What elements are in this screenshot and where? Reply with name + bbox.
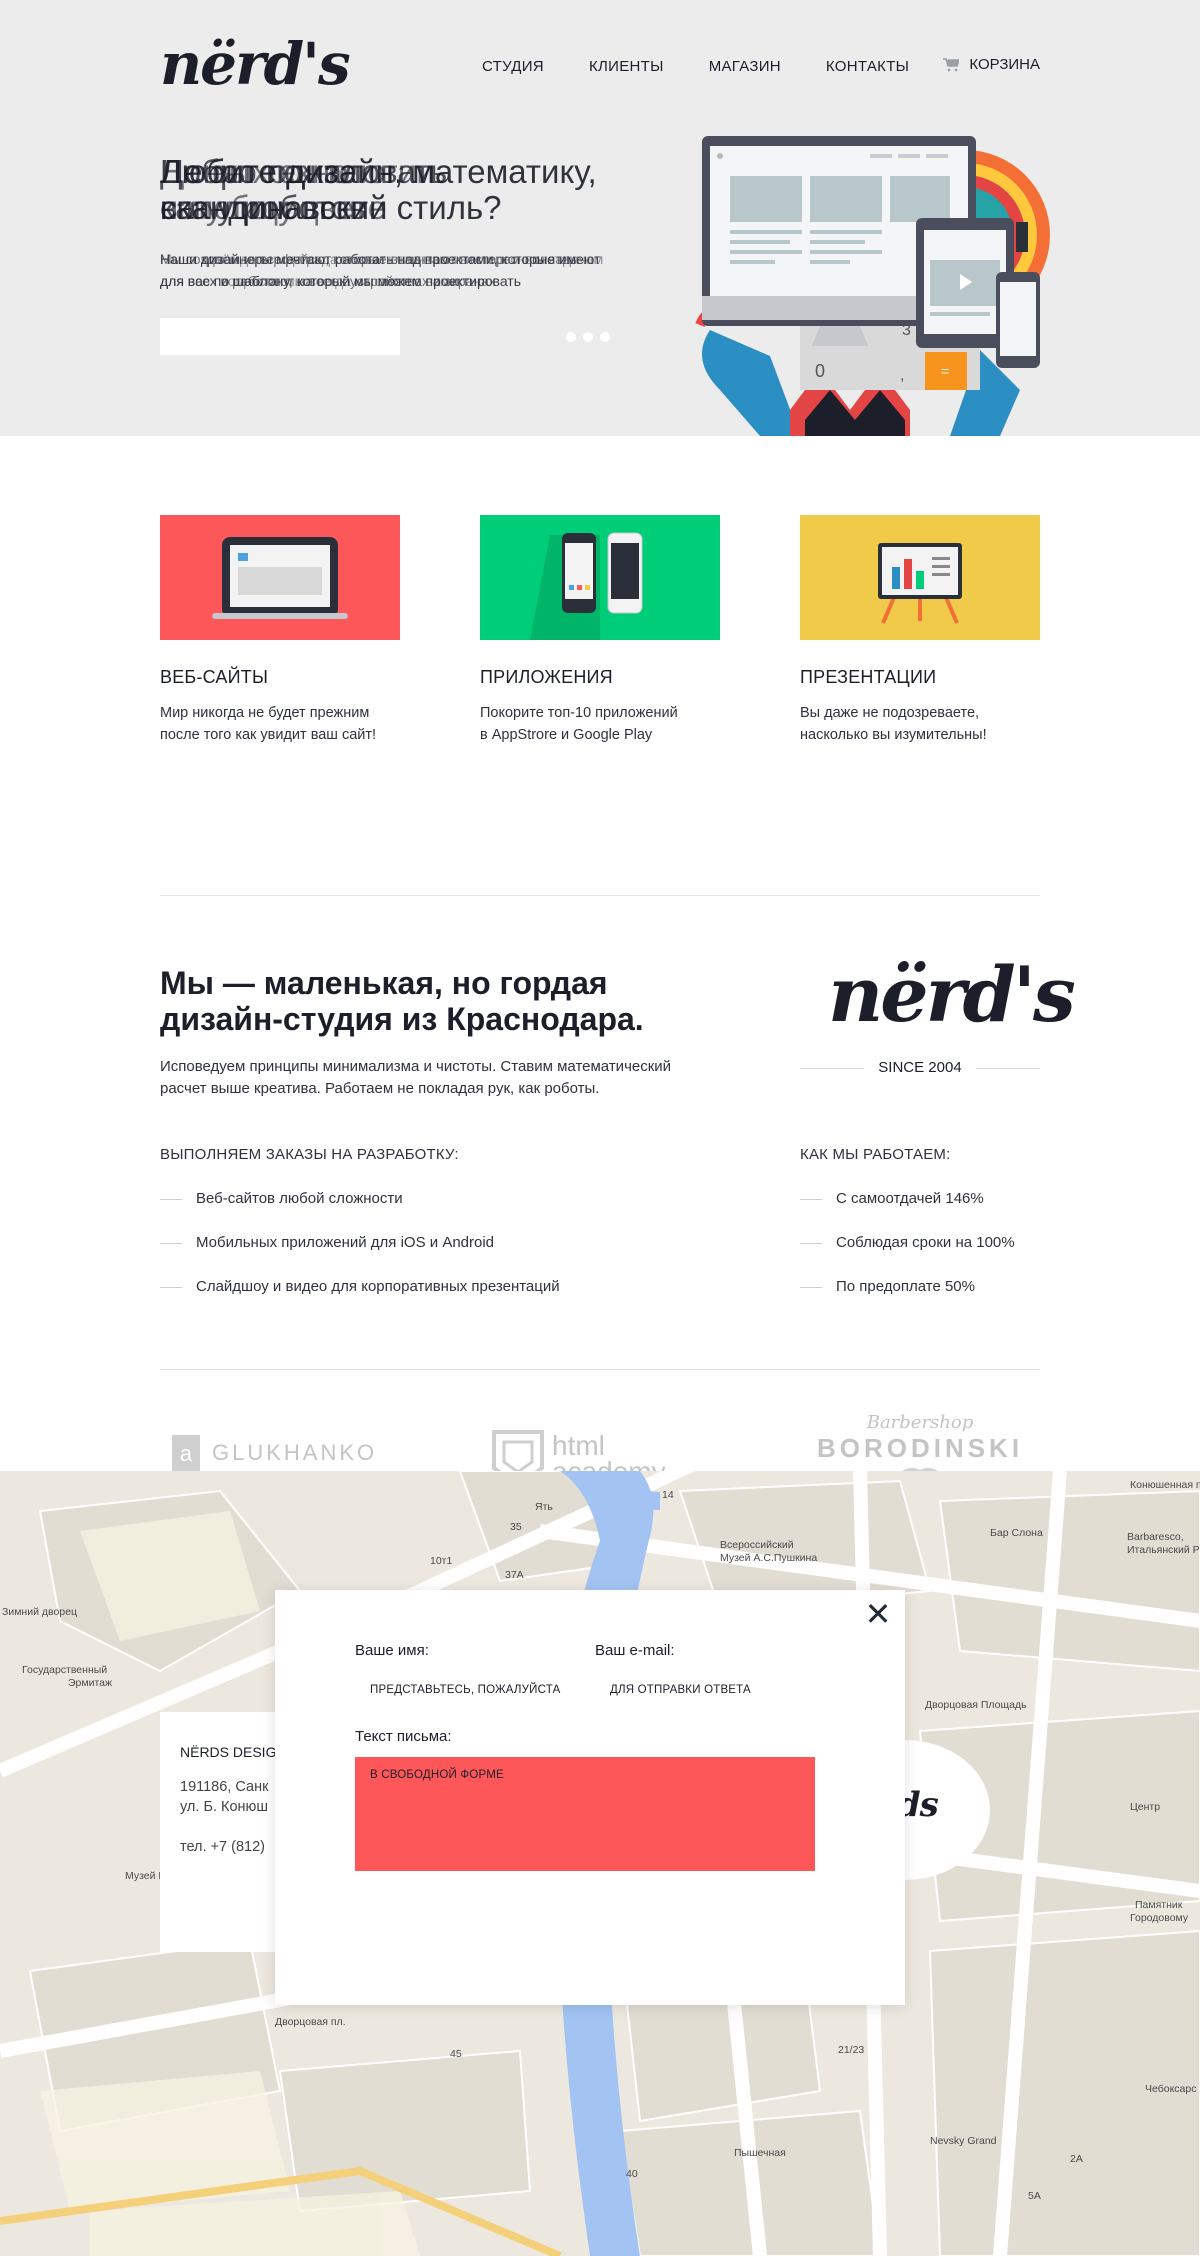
slide-text: Наша команда всегда рада новым клиентам … xyxy=(160,251,604,289)
email-label: Ваш e-mail: xyxy=(595,1642,675,1659)
service-presentations-text: Вы даже не подозреваете, насколько вы изу… xyxy=(800,705,987,743)
svg-text:,: , xyxy=(900,367,904,384)
how-list: С самоотдачей 146% Соблюдая сроки на 100… xyxy=(800,1188,1015,1320)
client-glukhanko[interactable]: a GLUKHANKO xyxy=(172,1435,377,1471)
about-title: Мы — маленькая, но гордая дизайн-студия и… xyxy=(160,965,644,1037)
feedback-modal: ✕ Ваше имя: ПРЕДСТАВЬТЕСЬ, ПОЖАЛУЙСТА Ва… xyxy=(275,1590,905,2005)
map-label: 40 xyxy=(626,2168,638,2180)
nav-contacts[interactable]: КОНТАКТЫ xyxy=(826,58,909,75)
contact-address: 191186, Санк ул. Б. Конюш xyxy=(180,1779,269,1815)
map-label: Музей А.С.Пушкина xyxy=(720,1552,818,1564)
since-label: SINCE 2004 xyxy=(800,1059,1040,1076)
service-apps-picture xyxy=(480,515,720,640)
nav-studio[interactable]: СТУДИЯ xyxy=(482,58,544,75)
list-item: С самоотдачей 146% xyxy=(800,1188,1015,1232)
map-label: 37А xyxy=(505,1569,524,1581)
slider-dot-3[interactable] xyxy=(600,332,610,342)
list-item: Слайдшоу и видео для корпоративных презе… xyxy=(160,1276,560,1320)
contact-phone: тел. +7 (812) xyxy=(180,1839,265,1855)
divider xyxy=(160,1369,1040,1370)
orders-list: Веб-сайтов любой сложности Мобильных при… xyxy=(160,1188,560,1320)
slider-dots xyxy=(566,332,610,342)
service-websites-title: ВЕБ-САЙТЫ xyxy=(160,667,269,687)
hero-illustration: 0 3 , = xyxy=(695,136,1050,436)
service-presentations-picture xyxy=(800,515,1040,640)
map-label: 14 xyxy=(662,1489,674,1501)
map-label: Дворцовая пл. xyxy=(275,2016,346,2028)
divider xyxy=(160,895,1040,896)
service-websites-text: Мир никогда не будет прежним после того к… xyxy=(160,705,377,743)
list-item: Мобильных приложений для iOS и Android xyxy=(160,1232,560,1276)
map-label: Чебоксарс xyxy=(1145,2083,1197,2095)
map-label: Ять xyxy=(535,1501,553,1513)
map-label: Barbaresco, xyxy=(1127,1531,1184,1543)
cart-link[interactable]: КОРЗИНА xyxy=(943,56,1040,73)
about-logo: nërd's xyxy=(828,950,1076,1039)
orders-heading: ВЫПОЛНЯЕМ ЗАКАЗЫ НА РАЗРАБОТКУ: xyxy=(160,1146,459,1163)
name-input[interactable]: ПРЕДСТАВЬТЕСЬ, ПОЖАЛУЙСТА xyxy=(355,1672,575,1708)
list-item: По предоплате 50% xyxy=(800,1276,1015,1320)
cart-icon xyxy=(943,58,960,72)
list-item: Веб-сайтов любой сложности xyxy=(160,1188,560,1232)
contact-name: NËRDS DESIG xyxy=(180,1744,277,1760)
map-label: Конюшенная пл xyxy=(1130,1479,1200,1491)
map-label: Дворцовая Площадь xyxy=(925,1699,1027,1711)
map-label: Зимний дворец xyxy=(2,1606,77,1618)
map-label: 21/23 xyxy=(838,2044,865,2056)
slider-texts: Наши дизайнеры мечтают работать над прое… xyxy=(160,248,640,289)
email-input[interactable]: ДЛЯ ОТПРАВКИ ОТВЕТА xyxy=(595,1672,815,1708)
map-label: Бар Слона xyxy=(990,1527,1043,1539)
close-icon[interactable]: ✕ xyxy=(863,1598,893,1630)
message-textarea[interactable]: В СВОБОДНОЙ ФОРМЕ xyxy=(355,1757,815,1871)
map-label: Nevsky Grand xyxy=(930,2135,997,2147)
svg-text:0: 0 xyxy=(815,361,825,381)
nav-clients[interactable]: КЛИЕНТЫ xyxy=(589,58,664,75)
service-apps-title: ПРИЛОЖЕНИЯ xyxy=(480,667,613,687)
map-label: Итальянский Р xyxy=(1127,1544,1200,1556)
map-label: Городовому xyxy=(1130,1912,1189,1924)
clients-row: a GLUKHANKO htmlacademy Barbershop BOROD… xyxy=(160,1400,1040,1489)
map-label: Эрмитаж xyxy=(68,1677,113,1689)
map-label: Государственный xyxy=(22,1664,108,1676)
service-presentations-title: ПРЕЗЕНТАЦИИ xyxy=(800,667,937,687)
list-item: Соблюдая сроки на 100% xyxy=(800,1232,1015,1276)
site-logo[interactable]: nërd's xyxy=(160,32,351,96)
name-label: Ваше имя: xyxy=(355,1642,429,1659)
slide-title: Ценят технологии в любом цвете xyxy=(160,153,435,226)
map-label: Центр xyxy=(1130,1801,1161,1813)
map-label: 35 xyxy=(510,1521,522,1533)
hero-button[interactable] xyxy=(160,318,400,355)
map-label: Пышечная xyxy=(734,2147,786,2159)
message-label: Текст письма: xyxy=(355,1728,452,1745)
slider-titles: Любите дизайн, математику, скандинавский … xyxy=(160,154,650,234)
cart-label: КОРЗИНА xyxy=(969,56,1040,73)
map-label: 2А xyxy=(1070,2153,1083,2165)
map-label: Памятник xyxy=(1135,1899,1183,1911)
slider-dot-1[interactable] xyxy=(566,332,576,342)
map-label: 5А xyxy=(1028,2190,1041,2202)
svg-text:=: = xyxy=(941,363,949,379)
service-websites-picture xyxy=(160,515,400,640)
service-apps[interactable]: ПРИЛОЖЕНИЯ Покорите топ-10 приложений в A… xyxy=(480,515,720,746)
service-apps-text: Покорите топ-10 приложений в AppStrore и … xyxy=(480,705,678,743)
map-label: Всероссийский xyxy=(720,1539,794,1551)
main-nav: СТУДИЯ КЛИЕНТЫ МАГАЗИН КОНТАКТЫ xyxy=(482,58,954,75)
glukhanko-mark-icon: a xyxy=(172,1435,200,1471)
service-websites[interactable]: ВЕБ-САЙТЫ Мир никогда не будет прежним по… xyxy=(160,515,400,746)
slider-dot-2[interactable] xyxy=(583,332,593,342)
hero-section: nërd's СТУДИЯ КЛИЕНТЫ МАГАЗИН КОНТАКТЫ К… xyxy=(0,0,1200,436)
nav-shop[interactable]: МАГАЗИН xyxy=(709,58,781,75)
service-presentations[interactable]: ПРЕЗЕНТАЦИИ Вы даже не подозреваете, наск… xyxy=(800,515,1040,746)
how-heading: КАК МЫ РАБОТАЕМ: xyxy=(800,1146,951,1163)
map-label: 10т1 xyxy=(430,1555,453,1567)
about-text: Исповедуем принципы минимализма и чистот… xyxy=(160,1058,672,1097)
map-label: 45 xyxy=(450,2048,462,2060)
